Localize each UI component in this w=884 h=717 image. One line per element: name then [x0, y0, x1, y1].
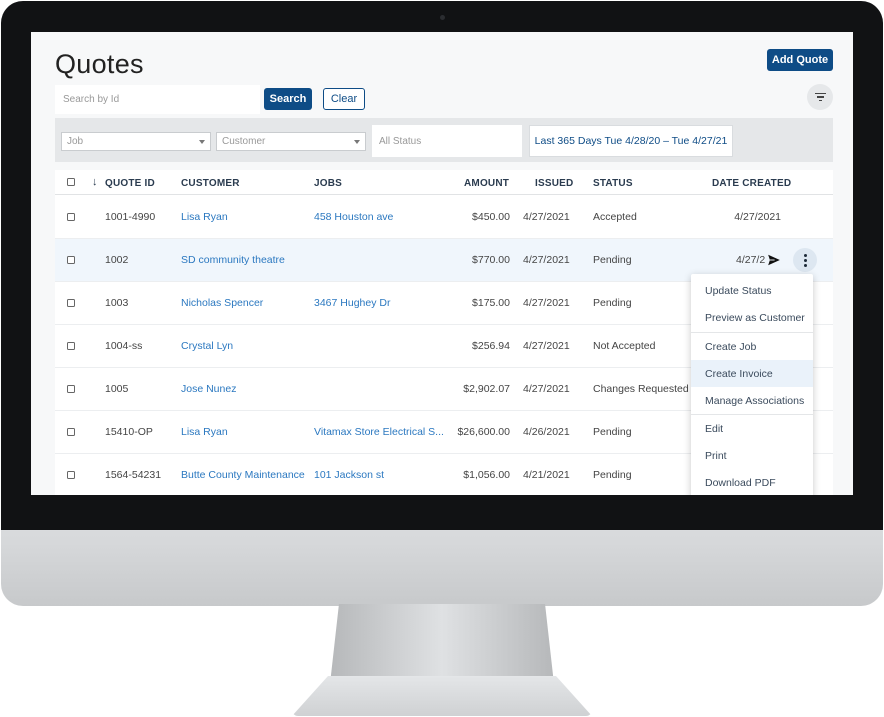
issued-date: 4/27/2021: [523, 340, 570, 352]
search-button[interactable]: Search: [264, 88, 312, 110]
clear-button[interactable]: Clear: [323, 88, 365, 110]
monitor-chin: [1, 530, 883, 606]
menu-item-preview-as-customer[interactable]: Preview as Customer: [691, 304, 813, 331]
row-actions-button[interactable]: [793, 248, 817, 272]
issued-date: 4/27/2021: [523, 297, 570, 309]
menu-item-create-invoice[interactable]: Create Invoice: [691, 360, 813, 387]
row-checkbox[interactable]: [67, 299, 75, 307]
customer-link[interactable]: Lisa Ryan: [181, 211, 228, 223]
column-header-issued[interactable]: ISSUED: [535, 178, 573, 189]
quote-id: 1004-ss: [105, 340, 143, 352]
job-link[interactable]: 3467 Hughey Dr: [314, 297, 390, 309]
quote-id: 1002: [105, 254, 129, 266]
chevron-down-icon: [354, 140, 360, 144]
customer-select-placeholder: Customer: [222, 136, 266, 147]
customer-link[interactable]: Butte County Maintenance: [181, 469, 305, 481]
customer-link[interactable]: Crystal Lyn: [181, 340, 233, 352]
row-actions-menu: Update Status Preview as Customer Create…: [691, 274, 813, 495]
customer-link[interactable]: Jose Nunez: [181, 383, 236, 395]
quote-id: 1005: [105, 383, 129, 395]
add-quote-button[interactable]: Add Quote: [767, 49, 833, 71]
column-header-amount[interactable]: AMOUNT: [464, 178, 509, 189]
menu-item-manage-associations[interactable]: Manage Associations: [691, 387, 813, 414]
customer-select[interactable]: Customer: [216, 132, 366, 151]
filter-icon: [814, 92, 826, 102]
row-checkbox[interactable]: [67, 342, 75, 350]
issued-date: 4/21/2021: [523, 469, 570, 481]
amount: $2,902.07: [463, 383, 510, 395]
more-vertical-icon: [803, 253, 807, 267]
quote-id: 15410-OP: [105, 426, 153, 438]
search-input[interactable]: Search by Id: [55, 85, 260, 114]
status: Pending: [593, 469, 632, 481]
filter-toggle-button[interactable]: [807, 84, 833, 110]
issued-date: 4/27/2021: [523, 383, 570, 395]
amount: $450.00: [472, 211, 510, 223]
menu-item-download-pdf[interactable]: Download PDF: [691, 469, 813, 495]
date-range-picker[interactable]: Last 365 Days Tue 4/28/20 – Tue 4/27/21: [529, 125, 733, 157]
status: Not Accepted: [593, 340, 656, 352]
quote-id: 1001-4990: [105, 211, 156, 223]
job-select[interactable]: Job: [61, 132, 211, 151]
date-created: 4/27/2021: [734, 211, 781, 223]
column-header-jobs[interactable]: JOBS: [314, 178, 342, 189]
status: Changes Requested: [593, 383, 689, 395]
menu-item-print[interactable]: Print: [691, 442, 813, 469]
send-icon[interactable]: [767, 253, 781, 267]
sort-arrow-down-icon[interactable]: ↓: [92, 176, 98, 188]
app-screen: Quotes Add Quote Search by Id Search Cle…: [31, 32, 853, 495]
quote-id: 1564-54231: [105, 469, 162, 481]
menu-item-create-job[interactable]: Create Job: [691, 333, 813, 360]
column-header-customer[interactable]: CUSTOMER: [181, 178, 240, 189]
amount: $175.00: [472, 297, 510, 309]
table-row[interactable]: 1001-4990 Lisa Ryan 458 Houston ave $450…: [55, 196, 833, 239]
filter-bar: Job Customer All Status Last 365 Days Tu…: [55, 118, 833, 162]
status: Pending: [593, 254, 632, 266]
column-header-status[interactable]: STATUS: [593, 178, 633, 189]
amount: $256.94: [472, 340, 510, 352]
column-header-date-created[interactable]: DATE CREATED: [712, 178, 791, 189]
job-select-placeholder: Job: [67, 136, 84, 147]
row-checkbox[interactable]: [67, 385, 75, 393]
issued-date: 4/26/2021: [523, 426, 570, 438]
status: Pending: [593, 297, 632, 309]
job-link[interactable]: 458 Houston ave: [314, 211, 393, 223]
table-header: ↓ QUOTE ID CUSTOMER JOBS AMOUNT ISSUED S…: [55, 170, 833, 195]
status-select[interactable]: All Status: [372, 125, 522, 157]
job-link[interactable]: 101 Jackson st: [314, 469, 384, 481]
row-checkbox[interactable]: [67, 428, 75, 436]
status: Pending: [593, 426, 632, 438]
menu-item-edit[interactable]: Edit: [691, 415, 813, 442]
row-checkbox[interactable]: [67, 213, 75, 221]
menu-item-update-status[interactable]: Update Status: [691, 277, 813, 304]
issued-date: 4/27/2021: [523, 211, 570, 223]
customer-link[interactable]: Nicholas Spencer: [181, 297, 263, 309]
monitor-frame: Quotes Add Quote Search by Id Search Cle…: [0, 0, 884, 717]
column-header-quote-id[interactable]: QUOTE ID: [105, 178, 155, 189]
camera-dot: [440, 15, 445, 20]
chevron-down-icon: [199, 140, 205, 144]
customer-link[interactable]: Lisa Ryan: [181, 426, 228, 438]
row-checkbox[interactable]: [67, 256, 75, 264]
amount: $1,056.00: [463, 469, 510, 481]
status: Accepted: [593, 211, 637, 223]
page-title: Quotes: [55, 49, 144, 79]
select-all-checkbox[interactable]: [67, 178, 75, 186]
issued-date: 4/27/2021: [523, 254, 570, 266]
amount: $26,600.00: [457, 426, 510, 438]
row-checkbox[interactable]: [67, 471, 75, 479]
amount: $770.00: [472, 254, 510, 266]
monitor-stand-neck: [330, 604, 554, 684]
customer-link[interactable]: SD community theatre: [181, 254, 285, 266]
job-link[interactable]: Vitamax Store Electrical S...: [314, 426, 444, 438]
quote-id: 1003: [105, 297, 129, 309]
date-created: 4/27/2: [736, 254, 766, 266]
monitor-stand-foot: [292, 676, 592, 716]
